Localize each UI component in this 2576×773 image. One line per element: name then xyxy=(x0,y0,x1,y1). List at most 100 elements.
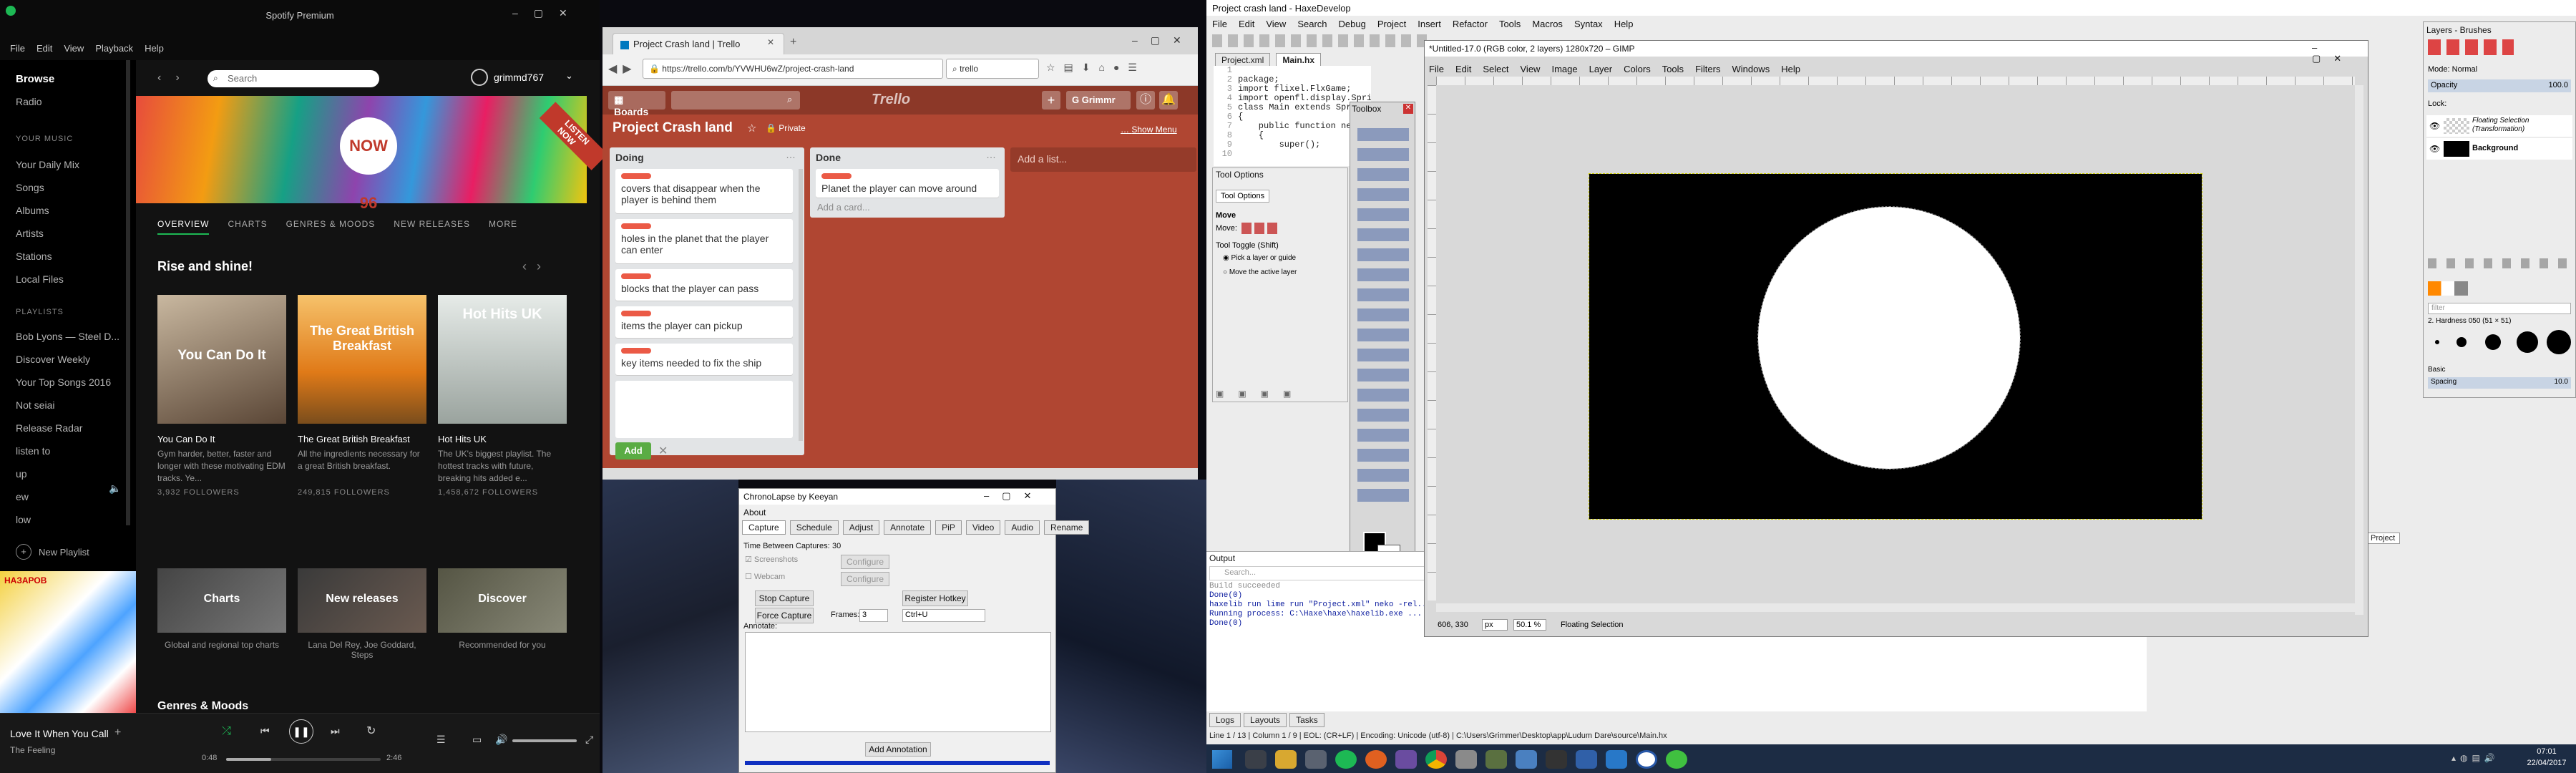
code-editor[interactable]: 1 2 3 4 5 6 7 8 9 10 package; import flixel.FlxGam… xyxy=(1214,66,1371,166)
menu-macros[interactable]: Macros xyxy=(1532,19,1563,29)
start-button[interactable] xyxy=(1212,750,1232,769)
taskbar-app-icon[interactable] xyxy=(1666,750,1687,769)
new-card-textarea[interactable] xyxy=(615,381,793,438)
menu-project[interactable]: Project xyxy=(1377,19,1406,29)
menu-playback[interactable]: Playback xyxy=(95,43,133,54)
close-tab-icon[interactable]: ✕ xyxy=(767,37,774,47)
frames-field[interactable]: 3 xyxy=(859,609,888,622)
dock-buttons[interactable]: ▣▣▣▣ xyxy=(1216,389,1305,399)
star-icon[interactable]: ☆ xyxy=(747,122,756,135)
tab-capture[interactable]: Capture xyxy=(742,520,786,535)
track-title[interactable]: Love It When You Call xyxy=(10,728,109,739)
expand-icon[interactable]: ⤢ xyxy=(585,734,593,746)
window-controls[interactable]: –▢✕ xyxy=(1132,34,1194,47)
move-mode-buttons[interactable] xyxy=(1241,223,1277,234)
tab-video[interactable]: Video xyxy=(965,520,1001,535)
layer-row[interactable]: 👁 Background xyxy=(2426,138,2572,160)
list-title[interactable]: Doing xyxy=(615,152,644,163)
add-annotation-button[interactable]: Add Annotation xyxy=(865,742,931,757)
show-menu-link[interactable]: … Show Menu xyxy=(1121,125,1177,135)
list-menu-icon[interactable]: … xyxy=(986,149,996,160)
tab-audio[interactable]: Audio xyxy=(1005,520,1040,535)
menu-syntax[interactable]: Syntax xyxy=(1574,19,1603,29)
promo-banner[interactable]: NOW 96 LISTEN NOW xyxy=(136,96,608,212)
category-tile[interactable]: Charts xyxy=(157,568,286,633)
folder-icon[interactable] xyxy=(1275,750,1297,769)
opacity-slider[interactable]: Opacity 100.0 xyxy=(2428,79,2571,92)
album-art[interactable]: НАЗАРОВ xyxy=(0,571,136,714)
card[interactable]: blocks that the player can pass xyxy=(615,269,793,301)
menu-edit[interactable]: Edit xyxy=(36,43,52,54)
menu-file[interactable]: File xyxy=(1429,64,1444,74)
sidebar-scrollbar[interactable] xyxy=(126,60,130,525)
menu-tools[interactable]: Tools xyxy=(1662,64,1684,74)
url-bar[interactable]: 🔒 https://trello.com/b/YVWHU6wZ/project-… xyxy=(643,59,943,79)
brush-icon[interactable] xyxy=(2457,337,2467,347)
dock-tab-icons[interactable] xyxy=(2428,39,2514,55)
configure-button[interactable]: Configure xyxy=(841,555,889,569)
vertical-scrollbar[interactable] xyxy=(2355,85,2363,615)
configure-button[interactable]: Configure xyxy=(841,572,889,586)
brush-icon[interactable] xyxy=(2517,331,2538,353)
playlist-item[interactable]: ew xyxy=(16,485,123,508)
tab-annotate[interactable]: Annotate xyxy=(884,520,932,535)
add-icon[interactable]: + xyxy=(114,726,121,739)
next-icon[interactable]: ⏭ xyxy=(331,725,340,737)
toolbar[interactable] xyxy=(1212,34,1427,47)
devices-icon[interactable]: ▭ xyxy=(472,734,482,746)
new-tab-icon[interactable]: + xyxy=(790,36,796,49)
info-icon[interactable]: ⓘ xyxy=(1136,91,1155,110)
card[interactable]: covers that disappear when the player is… xyxy=(615,169,793,213)
menu-layer[interactable]: Layer xyxy=(1589,64,1613,74)
playlist-item[interactable]: low xyxy=(16,508,123,531)
menu-help[interactable]: Help xyxy=(1781,64,1800,74)
playlist-item[interactable]: Not seiai xyxy=(16,394,123,417)
shuffle-icon[interactable]: ⤮ xyxy=(222,725,231,738)
add-list-button[interactable]: Add a list... xyxy=(1010,147,1196,172)
back-forward-icons[interactable]: ◀▶ xyxy=(608,62,638,76)
menu-file[interactable]: File xyxy=(10,43,25,54)
mode-label[interactable]: Mode: Normal xyxy=(2428,65,2477,74)
playlist-item[interactable]: Release Radar xyxy=(16,417,123,439)
menu-help[interactable]: Help xyxy=(1614,19,1634,29)
boards-button[interactable]: ▦ Boards xyxy=(608,91,665,117)
menu-about[interactable]: About xyxy=(743,507,766,517)
sidebar-item[interactable]: Albums xyxy=(16,199,79,222)
firefox-taskbar-icon[interactable] xyxy=(1365,750,1387,769)
annotate-textarea[interactable] xyxy=(745,632,1051,732)
username[interactable]: grimmd767 xyxy=(494,72,544,83)
brush-icon[interactable] xyxy=(2435,340,2439,344)
menu-debug[interactable]: Debug xyxy=(1339,19,1366,29)
tool-icons[interactable] xyxy=(1357,128,1409,507)
volume-icon[interactable]: 🔊 xyxy=(495,734,507,746)
system-tray-icons[interactable]: ▴◍▤🔊 xyxy=(2451,753,2499,763)
chevron-down-icon[interactable]: ⌄ xyxy=(565,70,573,82)
tab-schedule[interactable]: Schedule xyxy=(789,520,839,535)
tab-layouts[interactable]: Layouts xyxy=(1244,713,1287,727)
menu-select[interactable]: Select xyxy=(1483,64,1508,74)
playlist-item[interactable]: Bob Lyons — Steel D... xyxy=(16,325,123,348)
time-between-value[interactable]: 30 xyxy=(832,542,841,550)
trello-search-input[interactable] xyxy=(671,91,800,110)
track-artist[interactable]: The Feeling xyxy=(10,745,55,755)
horizontal-scrollbar[interactable] xyxy=(1436,603,2355,612)
eye-icon[interactable]: 👁 xyxy=(2429,144,2440,154)
user-menu[interactable]: G Grimmr xyxy=(1066,91,1131,110)
card[interactable]: holes in the planet that the player can … xyxy=(615,219,793,263)
list-menu-icon[interactable]: … xyxy=(786,149,796,160)
menu-view[interactable]: View xyxy=(1521,64,1541,74)
tab-tasks[interactable]: Tasks xyxy=(1289,713,1324,727)
menu-windows[interactable]: Windows xyxy=(1732,64,1770,74)
menu-view[interactable]: View xyxy=(1266,19,1286,29)
brush-tabs[interactable] xyxy=(2428,281,2468,296)
horizontal-scrollbar[interactable] xyxy=(602,468,1198,480)
taskbar-app-icon[interactable] xyxy=(1516,750,1537,769)
previous-icon[interactable]: ⏮ xyxy=(260,725,270,737)
menu-edit[interactable]: Edit xyxy=(1455,64,1471,74)
taskbar-app-icon[interactable] xyxy=(1546,750,1567,769)
image-canvas[interactable] xyxy=(1589,173,2202,520)
radio-pick-layer[interactable]: ◉ Pick a layer or guide xyxy=(1223,254,1296,262)
list-scrollbar[interactable] xyxy=(799,169,803,441)
tab-adjust[interactable]: Adjust xyxy=(842,520,880,535)
queue-icon[interactable]: ☰ xyxy=(436,734,446,746)
